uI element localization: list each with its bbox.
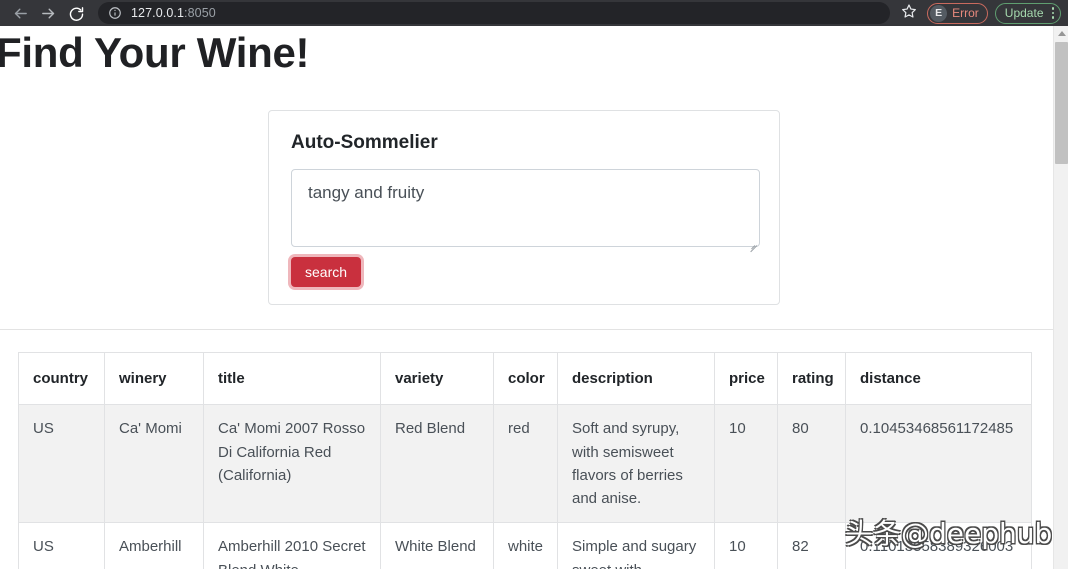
cell-color: white xyxy=(493,522,558,569)
scroll-up-button[interactable] xyxy=(1054,26,1068,41)
column-header-title[interactable]: title xyxy=(203,351,381,406)
vertical-scrollbar[interactable] xyxy=(1053,26,1068,569)
profile-error-pill[interactable]: E Error xyxy=(927,2,988,24)
search-button[interactable]: search xyxy=(291,257,362,287)
cell-color: red xyxy=(493,404,558,524)
cell-price: 10 xyxy=(714,404,778,524)
info-circle-icon[interactable] xyxy=(108,6,122,20)
bookmark-button[interactable] xyxy=(898,2,920,24)
search-input[interactable] xyxy=(291,169,760,247)
reload-button[interactable] xyxy=(62,0,90,26)
cell-country: US xyxy=(18,404,105,524)
cell-price: 10 xyxy=(714,522,778,569)
cell-country: US xyxy=(18,522,105,569)
arrow-left-icon xyxy=(12,5,29,22)
browser-toolbar: 127.0.0.1:8050 E Error Update xyxy=(0,0,1068,26)
caret-up-icon xyxy=(1057,31,1066,36)
column-header-description[interactable]: description xyxy=(557,351,715,406)
search-card: Auto-Sommelier search xyxy=(268,110,780,305)
cell-variety: Red Blend xyxy=(380,404,494,524)
url-port: :8050 xyxy=(184,6,216,20)
cell-variety: White Blend xyxy=(380,522,494,569)
reload-icon xyxy=(68,5,85,22)
cell-winery: Ca' Momi xyxy=(104,404,204,524)
cell-distance: 0.10453468561172485 xyxy=(845,404,1032,524)
column-header-price[interactable]: price xyxy=(714,351,778,406)
page-viewport: Find Your Wine! Auto-Sommelier search co… xyxy=(0,26,1068,569)
column-header-variety[interactable]: variety xyxy=(380,351,494,406)
cell-title: Ca' Momi 2007 Rosso Di California Red (C… xyxy=(203,404,381,524)
card-heading: Auto-Sommelier xyxy=(291,132,438,153)
results-table-container: country winery title variety color descr… xyxy=(18,351,1032,569)
table-row[interactable]: US Ca' Momi Ca' Momi 2007 Rosso Di Calif… xyxy=(18,404,1032,524)
page-content: Find Your Wine! Auto-Sommelier search co… xyxy=(0,26,1053,569)
kebab-menu-icon[interactable] xyxy=(1049,7,1058,19)
star-outline-icon xyxy=(901,3,917,24)
cell-rating: 82 xyxy=(777,522,846,569)
address-bar-text: 127.0.0.1:8050 xyxy=(131,6,216,20)
scrollbar-thumb[interactable] xyxy=(1055,42,1068,164)
results-table: country winery title variety color descr… xyxy=(18,351,1032,569)
url-host: 127.0.0.1 xyxy=(131,6,185,20)
cell-description: Soft and syrupy, with semisweet flavors … xyxy=(557,404,715,524)
table-header-row: country winery title variety color descr… xyxy=(18,351,1032,406)
address-bar[interactable]: 127.0.0.1:8050 xyxy=(98,2,891,24)
avatar: E xyxy=(930,4,948,22)
cell-description: Simple and sugary sweet with xyxy=(557,522,715,569)
cell-title: Amberhill 2010 Secret Blend White xyxy=(203,522,381,569)
update-button[interactable]: Update xyxy=(994,2,1061,24)
section-divider xyxy=(0,329,1053,330)
column-header-rating[interactable]: rating xyxy=(777,351,846,406)
column-header-winery[interactable]: winery xyxy=(104,351,204,406)
cell-rating: 80 xyxy=(777,404,846,524)
page-title: Find Your Wine! xyxy=(0,29,310,76)
cell-winery: Amberhill xyxy=(104,522,204,569)
arrow-right-icon xyxy=(40,5,57,22)
back-button[interactable] xyxy=(6,0,34,26)
column-header-distance[interactable]: distance xyxy=(845,351,1032,406)
column-header-color[interactable]: color xyxy=(493,351,558,406)
column-header-country[interactable]: country xyxy=(18,351,105,406)
error-label: Error xyxy=(952,6,979,20)
table-row[interactable]: US Amberhill Amberhill 2010 Secret Blend… xyxy=(18,522,1032,569)
forward-button[interactable] xyxy=(34,0,62,26)
update-label: Update xyxy=(1004,6,1044,20)
toolbar-actions: E Error Update xyxy=(898,2,1061,24)
cell-distance: 0.11013558389326003 xyxy=(845,522,1032,569)
